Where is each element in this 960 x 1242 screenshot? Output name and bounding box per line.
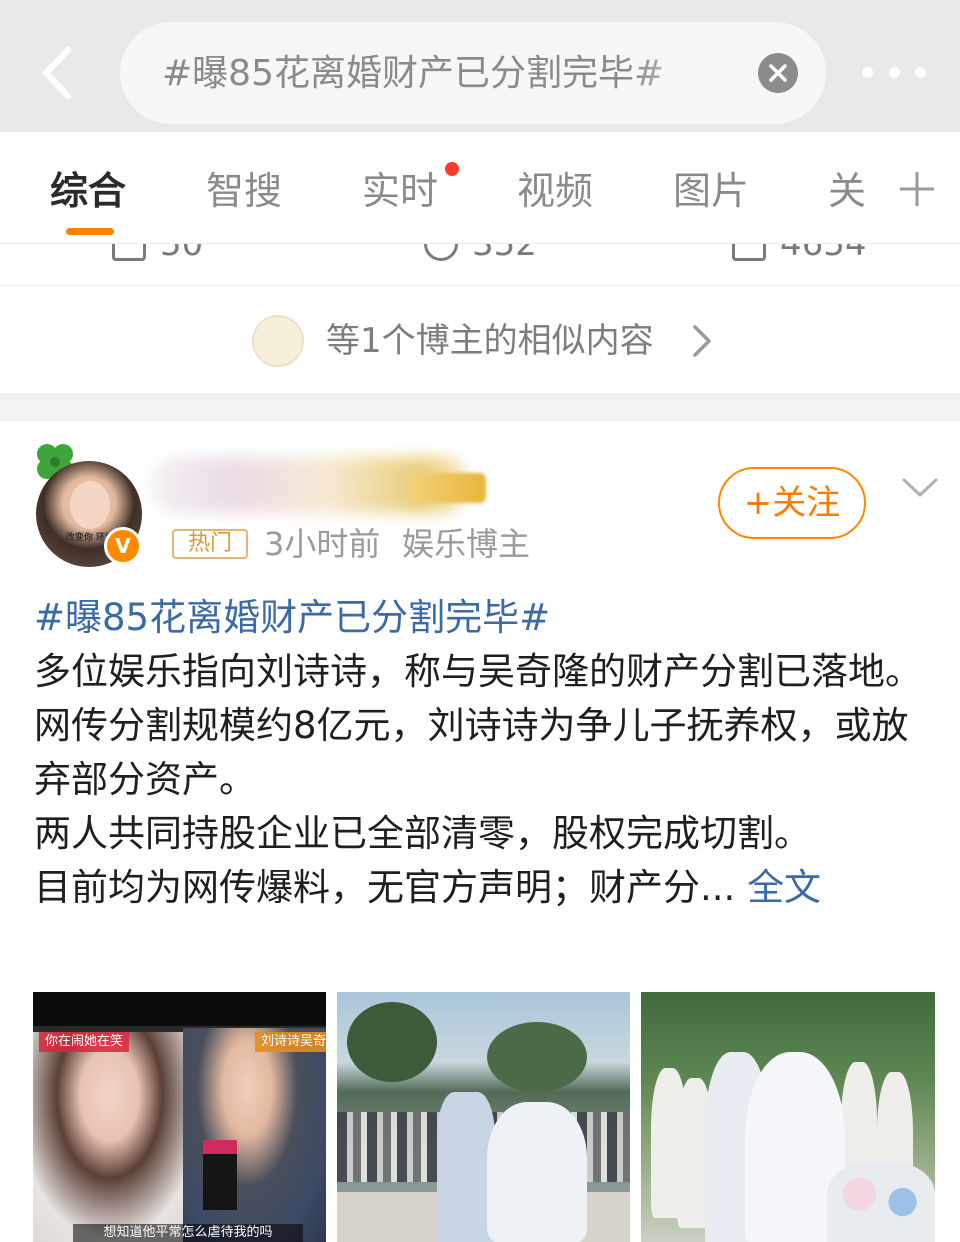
image-tag-left: 你在闹她在笑 [39, 1032, 130, 1052]
similar-content-link[interactable]: 等1个博主的相似内容 [0, 287, 960, 393]
tab-images[interactable]: 图片 [673, 164, 749, 218]
post-truncated-text: 目前均为网传爆料，无官方声明；财产分... [34, 866, 736, 909]
more-icon[interactable] [862, 62, 926, 82]
verified-badge: V [104, 527, 142, 565]
like-count: 4654 [780, 244, 867, 264]
tab-video[interactable]: 视频 [517, 164, 593, 218]
avatar-face [70, 481, 110, 529]
clear-icon[interactable] [758, 53, 798, 93]
like-action[interactable]: 4654 [732, 244, 867, 264]
tab-follow[interactable]: 关 [828, 164, 866, 218]
microphone [203, 1140, 237, 1210]
tab-smart-search[interactable]: 智搜 [206, 164, 282, 218]
hot-badge: 热门 [172, 529, 248, 559]
follow-button[interactable]: +关注 [718, 467, 866, 539]
image-tree [487, 1022, 587, 1092]
post-line-1: 多位娱乐指向刘诗诗，称与吴奇隆的财产分割已落地。 [34, 650, 922, 693]
post-card: 改变你 环境 V 热门 3小时前 娱乐博主 +关注 #曝85花离婚财产已分割完毕… [0, 421, 960, 1242]
comment-count: 352 [472, 244, 537, 264]
image-tree [347, 1002, 437, 1082]
tab-comprehensive[interactable]: 综合 [50, 164, 126, 218]
add-tab-icon[interactable] [898, 170, 936, 208]
comment-action[interactable]: 352 [424, 244, 537, 264]
image-subtitle: 想知道他平常怎么虐待我的吗 [73, 1224, 303, 1242]
repost-icon [112, 244, 146, 261]
tab-bar: 综合 智搜 实时 视频 图片 关 [0, 132, 960, 244]
section-divider [0, 393, 960, 421]
like-icon [732, 244, 766, 261]
post-text: #曝85花离婚财产已分割完毕# 多位娱乐指向刘诗诗，称与吴奇隆的财产分割已落地。… [34, 591, 934, 915]
repost-action[interactable]: 50 [112, 244, 203, 264]
similar-content-text: 等1个博主的相似内容 [326, 321, 654, 361]
image-tag-right: 刘诗诗吴奇 [255, 1032, 326, 1052]
search-bar[interactable]: #曝85花离婚财产已分割完毕# [120, 22, 826, 124]
post-image-1[interactable]: 你在闹她在笑 刘诗诗吴奇 想知道他平常怎么虐待我的吗 [33, 992, 326, 1242]
image-top-bar [33, 992, 326, 1026]
post-line-4: 目前均为网传爆料，无官方声明；财产分... 全文 [34, 861, 934, 915]
previous-post-actions: 50 352 4654 [0, 244, 960, 286]
repost-count: 50 [160, 244, 204, 264]
post-image-2[interactable] [337, 992, 630, 1242]
active-tab-indicator [66, 228, 114, 235]
chevron-down-icon[interactable] [900, 475, 940, 501]
chevron-right-icon [693, 325, 711, 357]
post-hashtag[interactable]: #曝85花离婚财产已分割完毕# [34, 591, 934, 645]
back-icon[interactable] [34, 44, 82, 102]
read-full-link[interactable]: 全文 [747, 866, 821, 909]
new-content-dot [445, 162, 459, 176]
member-badge [410, 473, 486, 503]
search-header: #曝85花离婚财产已分割完毕# [0, 0, 960, 132]
image-flowers [827, 1162, 935, 1242]
similar-blogger-avatar [252, 315, 304, 367]
post-line-2: 网传分割规模约8亿元，刘诗诗为争儿子抚养权，或放弃部分资产。 [34, 704, 909, 801]
search-query[interactable]: #曝85花离婚财产已分割完毕# [162, 50, 722, 98]
post-image-3[interactable] [641, 992, 935, 1242]
image-bride [487, 1102, 587, 1242]
comment-icon [424, 244, 458, 261]
post-line-3: 两人共同持股企业已全部清零，股权完成切割。 [34, 812, 811, 855]
post-source: 娱乐博主 [402, 525, 531, 563]
post-time: 3小时前 [264, 525, 381, 563]
tab-realtime[interactable]: 实时 [362, 164, 438, 218]
image-figure-woman [33, 1032, 203, 1242]
